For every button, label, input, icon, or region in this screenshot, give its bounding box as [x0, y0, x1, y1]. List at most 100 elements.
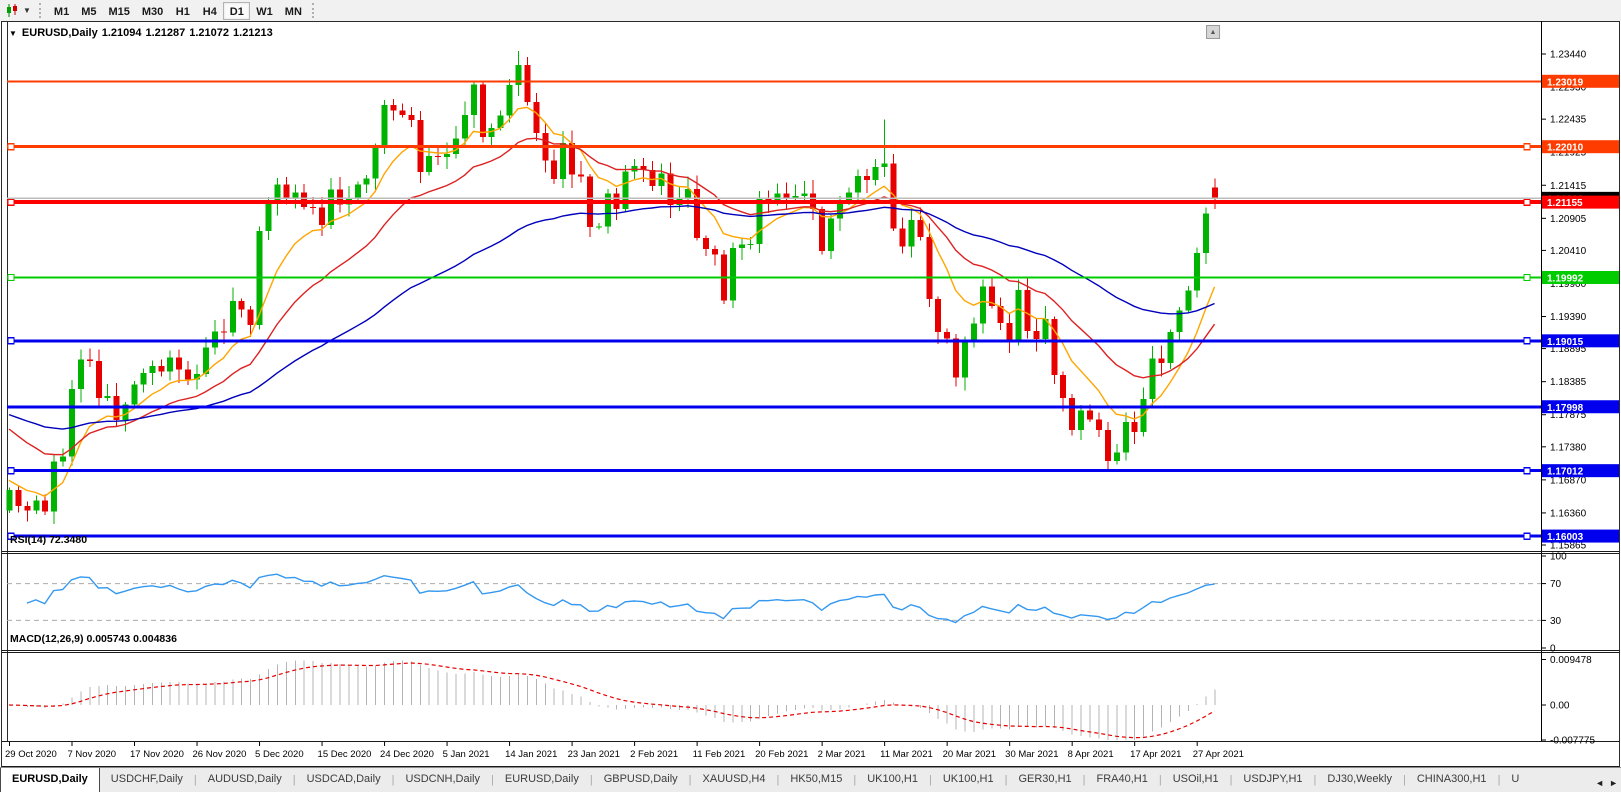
title-high: 1.21287	[145, 27, 185, 39]
candle-body	[382, 105, 388, 148]
level-handle[interactable]	[1524, 144, 1530, 150]
timeframe-button-w1[interactable]: W1	[250, 2, 279, 20]
candle-body	[935, 299, 941, 332]
level-handle[interactable]	[8, 199, 14, 205]
candle-body	[730, 248, 736, 301]
candle-body	[176, 357, 182, 369]
timeframe-button-m5[interactable]: M5	[75, 2, 102, 20]
level-handle[interactable]	[1524, 468, 1530, 474]
level-handle[interactable]	[8, 144, 14, 150]
level-price-label-1.22010-text: 1.22010	[1547, 143, 1584, 154]
candle-body	[435, 156, 441, 157]
timeframe-button-mn[interactable]: MN	[279, 2, 308, 20]
chart-tab-eurusd-daily[interactable]: EURUSD,Daily	[494, 768, 590, 792]
candle-body	[596, 226, 602, 227]
timeframe-button-h1[interactable]: H1	[169, 2, 196, 20]
candle-body	[578, 175, 584, 177]
candle-body	[882, 164, 888, 167]
chart-tab-usdcad-daily[interactable]: USDCAD,Daily	[296, 768, 392, 792]
chart-tab-ger30-h1[interactable]: GER30,H1	[1007, 768, 1082, 792]
chart-tab-usdjpy-h1[interactable]: USDJPY,H1	[1232, 768, 1313, 792]
level-handle[interactable]	[8, 468, 14, 474]
chart-tab-usdchf-daily[interactable]: USDCHF,Daily	[100, 768, 194, 792]
macd-tick: 0.009478	[1550, 655, 1592, 666]
chart-tab-eurusd-daily[interactable]: EURUSD,Daily	[0, 767, 100, 792]
candle-body	[310, 207, 316, 208]
candle-body	[908, 220, 914, 247]
candle-body	[42, 501, 48, 512]
chart-tab-audusd-daily[interactable]: AUDUSD,Daily	[197, 768, 293, 792]
timeframe-button-h4[interactable]: H4	[196, 2, 223, 20]
level-price-label-1.16003: 1.16003	[1542, 530, 1619, 544]
level-price-label-1.17012: 1.17012	[1542, 464, 1619, 478]
chart-tab-usdcnh-daily[interactable]: USDCNH,Daily	[394, 768, 491, 792]
timeframe-button-m1[interactable]: M1	[48, 2, 75, 20]
candle-body	[373, 148, 379, 178]
price-tick-1.22435: 1.22435	[1550, 115, 1587, 126]
chart-tab-hk50-m15[interactable]: HK50,M15	[779, 768, 853, 792]
level-handle[interactable]	[1524, 338, 1530, 344]
date-label-4: 26 Nov 2020	[193, 749, 247, 760]
mt4-application: ▼ M1M5M15M30H1H4D1W1MN 1.234401.229301.2…	[0, 0, 1621, 792]
chart-type-dropdown-icon[interactable]: ▼	[23, 6, 31, 15]
date-label-9: 14 Jan 2021	[505, 749, 557, 760]
timeframe-button-m30[interactable]: M30	[136, 2, 169, 20]
candle-body	[551, 160, 557, 179]
chart-tab-xauusd-h4[interactable]: XAUUSD,H4	[692, 768, 777, 792]
candle-body	[1185, 291, 1191, 311]
candle-body	[1096, 420, 1102, 430]
candle-body	[524, 65, 530, 102]
candle-body	[24, 506, 30, 511]
candle-body	[167, 357, 173, 371]
candle-body	[917, 220, 923, 237]
chart-tab-dj30-weekly[interactable]: DJ30,Weekly	[1316, 768, 1403, 792]
tab-scroll-right-icon[interactable]: ►	[1609, 778, 1618, 788]
candle-body	[507, 85, 513, 115]
level-price-label-1.17998-text: 1.17998	[1547, 403, 1584, 414]
date-label-17: 30 Mar 2021	[1005, 749, 1058, 760]
chart-tab-gbpusd-daily[interactable]: GBPUSD,Daily	[593, 768, 689, 792]
date-label-10: 23 Jan 2021	[568, 749, 620, 760]
chart-canvas[interactable]: 1.234401.229301.224351.219251.214151.209…	[0, 21, 1621, 767]
candle-body	[221, 331, 227, 332]
candle-body	[1069, 398, 1075, 430]
chart-tab-fra40-h1[interactable]: FRA40,H1	[1086, 768, 1159, 792]
date-label-14: 2 Mar 2021	[818, 749, 866, 760]
chart-tab-uk100-h1[interactable]: UK100,H1	[932, 768, 1005, 792]
candle-body	[248, 309, 254, 325]
tab-scroll-left-icon[interactable]: ◄	[1595, 778, 1604, 788]
level-handle[interactable]	[8, 338, 14, 344]
toolbar-grip[interactable]	[39, 3, 41, 18]
candle-body	[355, 184, 361, 199]
level-handle[interactable]	[1524, 274, 1530, 280]
candle-body	[1132, 422, 1138, 432]
candle-body	[1158, 359, 1164, 364]
level-handle[interactable]	[1524, 533, 1530, 539]
level-price-label-1.21155: 1.21155	[1542, 196, 1619, 210]
level-price-label-1.19015-text: 1.19015	[1547, 337, 1584, 348]
chart-scroll-button[interactable]: ▲	[1206, 25, 1220, 39]
level-handle[interactable]	[8, 274, 14, 280]
timeframe-button-m15[interactable]: M15	[102, 2, 135, 20]
candle-body	[78, 359, 84, 389]
candlestick-chart-icon[interactable]	[3, 3, 21, 19]
timeframe-button-d1[interactable]: D1	[223, 2, 250, 20]
chart-tab-china300-h1[interactable]: CHINA300,H1	[1406, 768, 1498, 792]
candle-body	[828, 219, 834, 251]
rsi-tick-70: 70	[1550, 579, 1562, 590]
candle-body	[390, 105, 396, 110]
chart-title: ▼EURUSD,Daily1.210941.212871.210721.2121…	[9, 27, 277, 39]
chart-tab-uk100-h1[interactable]: UK100,H1	[856, 768, 929, 792]
candle-body	[801, 193, 807, 196]
title-close: 1.21213	[233, 27, 273, 39]
price-tick-1.19390: 1.19390	[1550, 312, 1587, 323]
chart-tab-u[interactable]: U	[1500, 768, 1530, 792]
candle-body	[1078, 411, 1084, 430]
chart-tab-usoil-h1[interactable]: USOil,H1	[1162, 768, 1230, 792]
candle-body	[426, 156, 432, 172]
date-label-5: 5 Dec 2020	[255, 749, 304, 760]
rsi-tick-100: 100	[1550, 552, 1567, 563]
symbol-caret-icon[interactable]: ▼	[9, 29, 17, 38]
level-handle[interactable]	[1524, 199, 1530, 205]
price-tick-1.17380: 1.17380	[1550, 442, 1587, 453]
